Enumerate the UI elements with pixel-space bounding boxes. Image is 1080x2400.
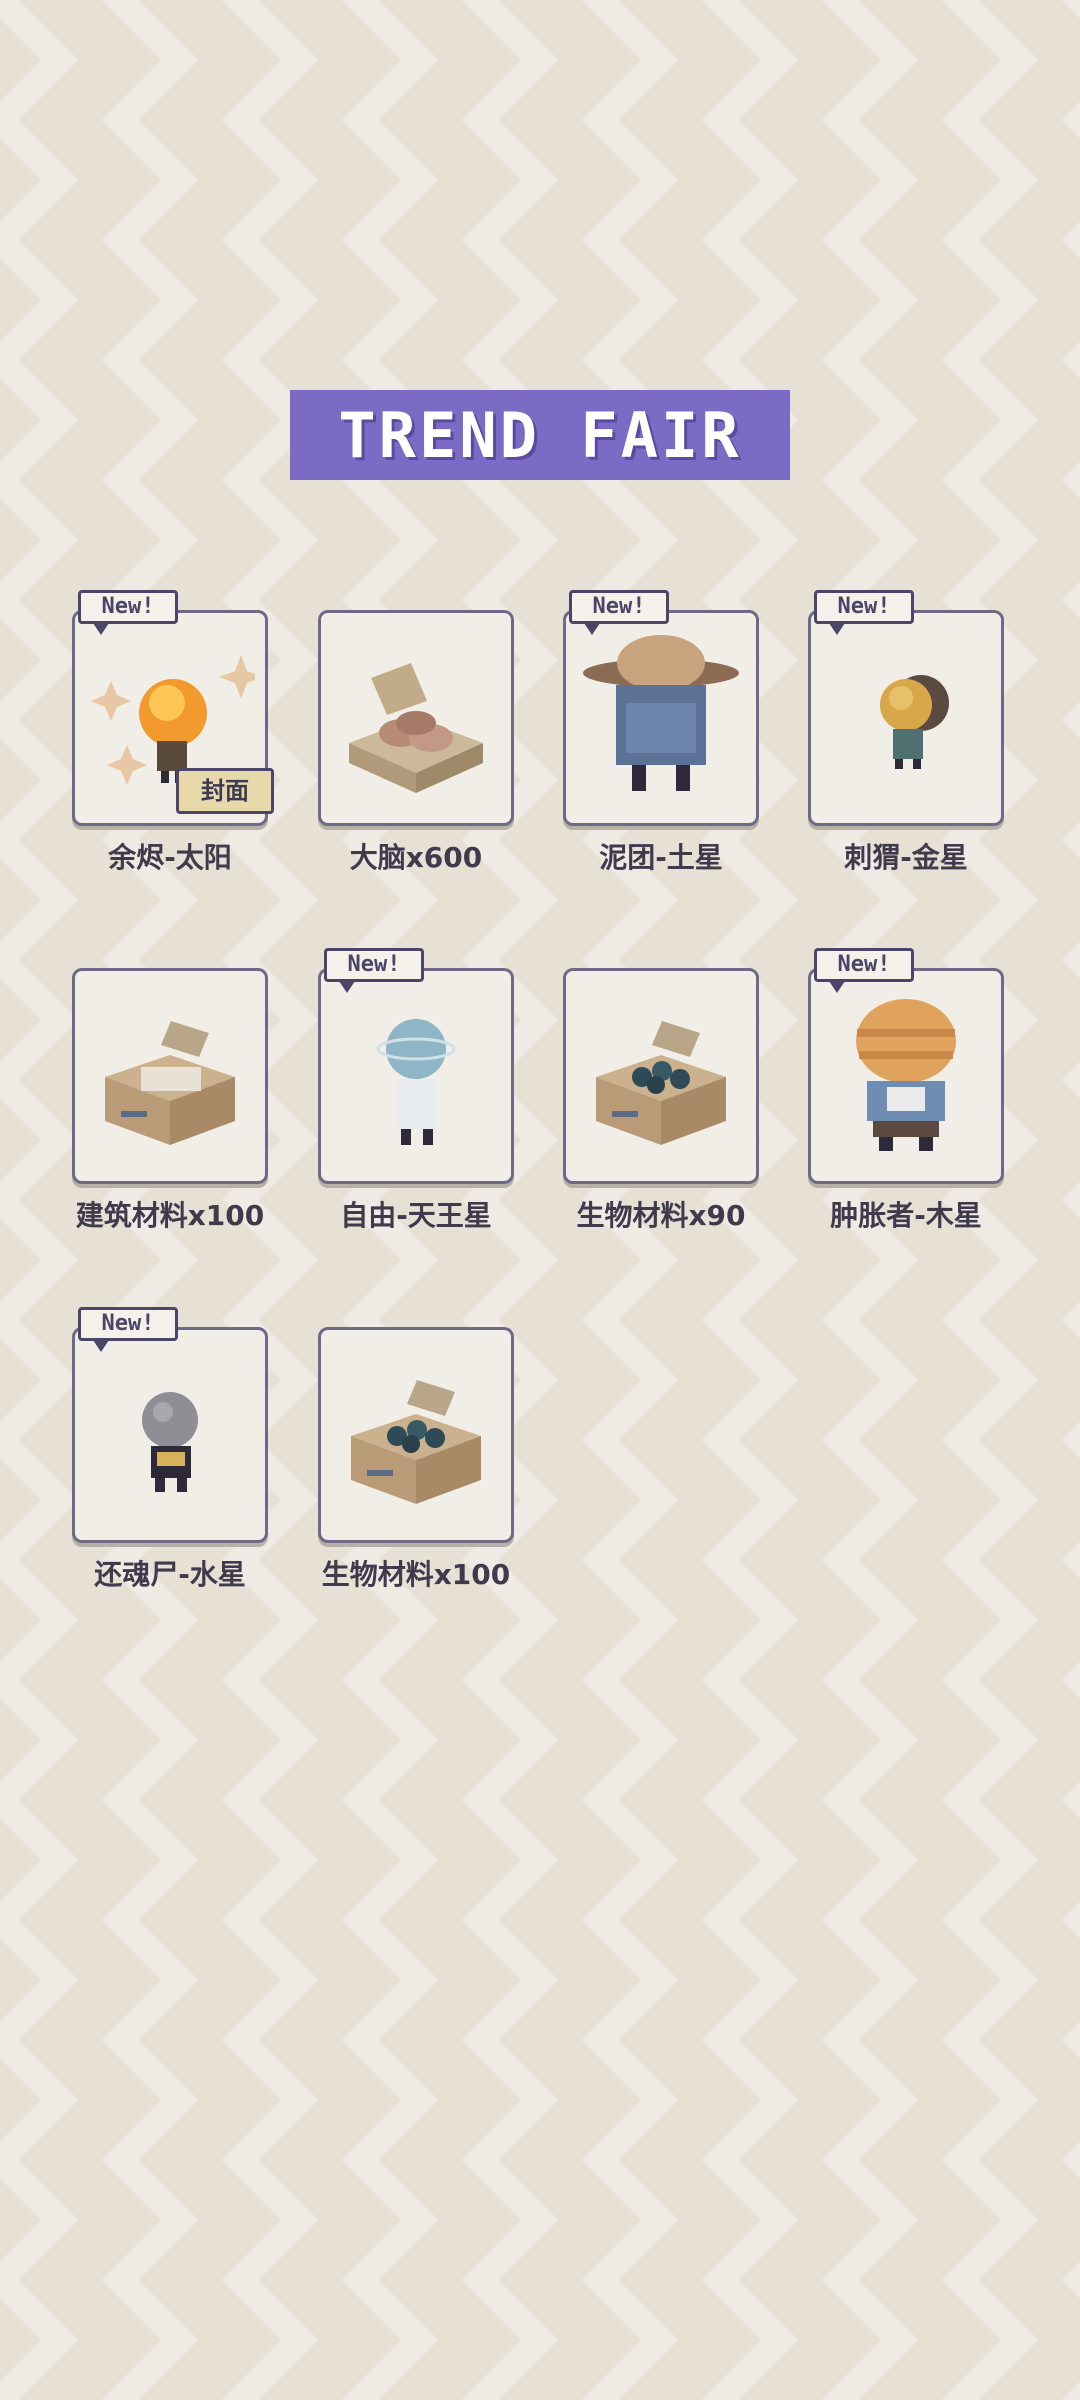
bio-material-crate-icon — [596, 1021, 726, 1145]
item-label: 余烬-太阳 — [108, 841, 232, 874]
item-label: 还魂尸-水星 — [94, 1558, 246, 1591]
building-material-crate-icon — [105, 1021, 235, 1145]
new-badge: New! — [324, 948, 424, 993]
item-label: 刺猬-金星 — [844, 841, 968, 874]
new-badge: New! — [78, 590, 178, 635]
trend-fair-banner: TREND FAIR — [290, 390, 790, 480]
jupiter-character-icon — [856, 999, 956, 1151]
item-label: 生物材料x100 — [321, 1558, 511, 1591]
new-badge: New! — [569, 590, 669, 635]
item-label: 泥团-土星 — [599, 841, 723, 874]
mercury-character-icon — [142, 1392, 198, 1492]
saturn-character-icon — [583, 635, 739, 791]
item-label: 大脑x600 — [349, 841, 483, 874]
cover-tag: 封面 — [176, 768, 274, 814]
item-label: 建筑材料x100 — [75, 1199, 265, 1232]
brain-box-icon — [349, 663, 483, 793]
new-badge: New! — [814, 590, 914, 635]
item-label: 肿胀者-木星 — [830, 1199, 982, 1232]
new-badge: New! — [78, 1307, 178, 1352]
banner-title: TREND FAIR — [338, 398, 742, 472]
item-label: 自由-天王星 — [340, 1199, 492, 1232]
new-badge: New! — [814, 948, 914, 993]
bio-material-crate-icon — [351, 1380, 481, 1504]
venus-character-icon — [880, 675, 949, 769]
uranus-character-icon — [376, 1019, 456, 1145]
item-label: 生物材料x90 — [576, 1199, 746, 1232]
